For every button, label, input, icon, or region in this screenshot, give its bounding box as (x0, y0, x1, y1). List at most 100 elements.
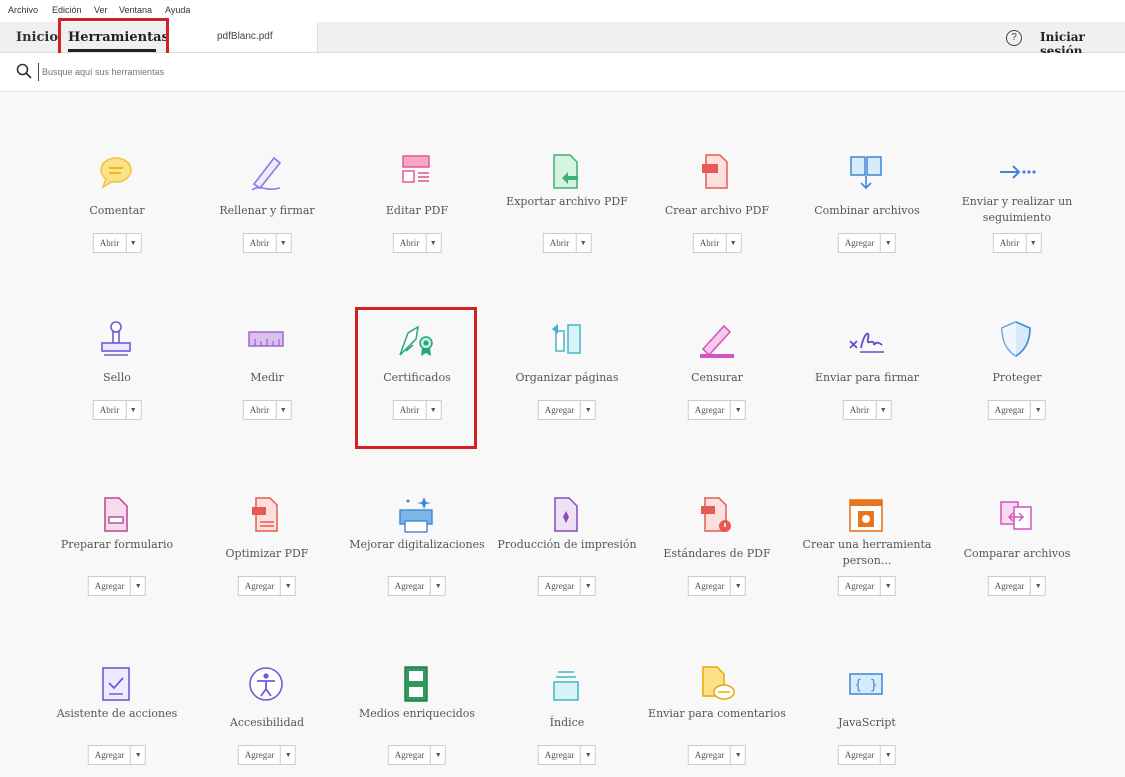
tool-action-label[interactable]: Abrir (844, 401, 877, 419)
tool-action-label[interactable]: Agregar (89, 746, 132, 764)
tool-action-label[interactable]: Agregar (89, 577, 132, 595)
tool-action-button[interactable]: Abrir ▼ (242, 233, 292, 253)
menu-ver[interactable]: Ver (94, 5, 108, 15)
redact-icon[interactable] (694, 317, 738, 361)
tool-action-button[interactable]: Agregar ▼ (837, 576, 897, 596)
tool-action-label[interactable]: Abrir (244, 234, 277, 252)
tool-action-label[interactable]: Agregar (689, 577, 732, 595)
pdf-standards-icon[interactable] (694, 493, 738, 537)
send-track-icon[interactable] (994, 150, 1038, 194)
tab-document[interactable]: pdfBlanc.pdf (168, 22, 318, 52)
tool-dropdown-arrow[interactable]: ▼ (876, 401, 890, 419)
tool-tile-combine-files[interactable]: Combinar archivos Agregar ▼ (792, 150, 942, 265)
comment-icon[interactable] (94, 150, 138, 194)
tool-dropdown-arrow[interactable]: ▼ (431, 577, 445, 595)
edit-pdf-icon[interactable] (394, 150, 438, 194)
tool-action-label[interactable]: Agregar (389, 746, 432, 764)
tool-action-button[interactable]: Agregar ▼ (987, 400, 1047, 420)
tool-tile-print-production[interactable]: Producción de impresión Agregar ▼ (492, 493, 642, 608)
tool-tile-create-pdf[interactable]: Crear archivo PDF Abrir ▼ (642, 150, 792, 265)
tool-action-label[interactable]: Agregar (539, 401, 582, 419)
tool-tile-custom-tool[interactable]: Crear una herramienta person... Agregar ▼ (792, 493, 942, 608)
tool-dropdown-arrow[interactable]: ▼ (881, 234, 895, 252)
tool-tile-action-wizard[interactable]: Asistente de acciones Agregar ▼ (42, 662, 192, 777)
tool-action-button[interactable]: Abrir ▼ (92, 400, 142, 420)
index-icon[interactable] (544, 662, 588, 706)
tool-action-button[interactable]: Agregar ▼ (837, 233, 897, 253)
javascript-icon[interactable]: { } (844, 662, 888, 706)
tool-action-button[interactable]: Agregar ▼ (87, 576, 147, 596)
shield-icon[interactable] (994, 317, 1038, 361)
tool-dropdown-arrow[interactable]: ▼ (731, 746, 745, 764)
tool-action-button[interactable]: Agregar ▼ (237, 745, 297, 765)
tool-action-button[interactable]: Agregar ▼ (387, 745, 447, 765)
tool-action-button[interactable]: Agregar ▼ (987, 576, 1047, 596)
tool-tile-edit-pdf[interactable]: Editar PDF Abrir ▼ (342, 150, 492, 265)
fill-sign-icon[interactable] (244, 150, 288, 194)
tool-dropdown-arrow[interactable]: ▼ (581, 746, 595, 764)
menu-archivo[interactable]: Archivo (8, 5, 38, 15)
tool-action-button[interactable]: Agregar ▼ (687, 745, 747, 765)
tool-dropdown-arrow[interactable]: ▼ (131, 746, 145, 764)
tool-tile-shield[interactable]: Proteger Agregar ▼ (942, 317, 1092, 432)
search-input[interactable] (38, 63, 344, 81)
tool-dropdown-arrow[interactable]: ▼ (126, 234, 140, 252)
tool-action-button[interactable]: Agregar ▼ (87, 745, 147, 765)
tool-dropdown-arrow[interactable]: ▼ (281, 746, 295, 764)
tool-tile-pdf-standards[interactable]: Estándares de PDF Agregar ▼ (642, 493, 792, 608)
tool-tile-organize-pages[interactable]: Organizar páginas Agregar ▼ (492, 317, 642, 432)
optimize-pdf-icon[interactable] (244, 493, 288, 537)
tool-action-button[interactable]: Abrir ▼ (242, 400, 292, 420)
tool-dropdown-arrow[interactable]: ▼ (881, 746, 895, 764)
tool-dropdown-arrow[interactable]: ▼ (581, 577, 595, 595)
tool-action-label[interactable]: Agregar (389, 577, 432, 595)
tool-action-label[interactable]: Agregar (239, 746, 282, 764)
tool-tile-redact[interactable]: Censurar Agregar ▼ (642, 317, 792, 432)
tool-action-button[interactable]: Agregar ▼ (537, 576, 597, 596)
tool-action-label[interactable]: Agregar (239, 577, 282, 595)
tool-dropdown-arrow[interactable]: ▼ (131, 577, 145, 595)
tool-dropdown-arrow[interactable]: ▼ (881, 577, 895, 595)
tool-action-label[interactable]: Abrir (244, 401, 277, 419)
tool-dropdown-arrow[interactable]: ▼ (581, 401, 595, 419)
tool-dropdown-arrow[interactable]: ▼ (276, 234, 290, 252)
export-pdf-icon[interactable] (544, 150, 588, 194)
combine-files-icon[interactable] (844, 150, 888, 194)
tool-action-button[interactable]: Abrir ▼ (842, 400, 892, 420)
tool-action-label[interactable]: Agregar (539, 746, 582, 764)
tool-dropdown-arrow[interactable]: ▼ (426, 234, 440, 252)
tool-action-button[interactable]: Agregar ▼ (687, 576, 747, 596)
enhance-scan-icon[interactable] (394, 493, 438, 537)
rich-media-icon[interactable] (394, 662, 438, 706)
tool-dropdown-arrow[interactable]: ▼ (731, 401, 745, 419)
tool-tile-rich-media[interactable]: Medios enriquecidos Agregar ▼ (342, 662, 492, 777)
send-comments-icon[interactable] (694, 662, 738, 706)
tool-tile-enhance-scan[interactable]: Mejorar digitalizaciones Agregar ▼ (342, 493, 492, 608)
tool-action-button[interactable]: Agregar ▼ (537, 745, 597, 765)
tool-tile-stamp[interactable]: Sello Abrir ▼ (42, 317, 192, 432)
tool-action-button[interactable]: Agregar ▼ (387, 576, 447, 596)
compare-files-icon[interactable] (994, 493, 1038, 537)
tool-action-label[interactable]: Agregar (689, 746, 732, 764)
tool-tile-optimize-pdf[interactable]: Optimizar PDF Agregar ▼ (192, 493, 342, 608)
send-sign-icon[interactable] (844, 317, 888, 361)
tool-action-label[interactable]: Agregar (839, 234, 882, 252)
tool-dropdown-arrow[interactable]: ▼ (276, 401, 290, 419)
tool-tile-fill-sign[interactable]: Rellenar y firmar Abrir ▼ (192, 150, 342, 265)
tool-action-label[interactable]: Agregar (689, 401, 732, 419)
tool-action-label[interactable]: Abrir (694, 234, 727, 252)
tool-action-button[interactable]: Agregar ▼ (837, 745, 897, 765)
tool-dropdown-arrow[interactable]: ▼ (726, 234, 740, 252)
print-production-icon[interactable] (544, 493, 588, 537)
tool-dropdown-arrow[interactable]: ▼ (576, 234, 590, 252)
tool-action-label[interactable]: Abrir (994, 234, 1027, 252)
tool-action-button[interactable]: Abrir ▼ (542, 233, 592, 253)
tool-tile-compare-files[interactable]: Comparar archivos Agregar ▼ (942, 493, 1092, 608)
tool-tile-javascript[interactable]: { } JavaScript Agregar ▼ (792, 662, 942, 777)
stamp-icon[interactable] (94, 317, 138, 361)
tool-tile-send-sign[interactable]: Enviar para firmar Abrir ▼ (792, 317, 942, 432)
tool-dropdown-arrow[interactable]: ▼ (1031, 401, 1045, 419)
tool-action-label[interactable]: Agregar (989, 577, 1032, 595)
tool-tile-index[interactable]: Índice Agregar ▼ (492, 662, 642, 777)
tool-action-label[interactable]: Abrir (94, 234, 127, 252)
